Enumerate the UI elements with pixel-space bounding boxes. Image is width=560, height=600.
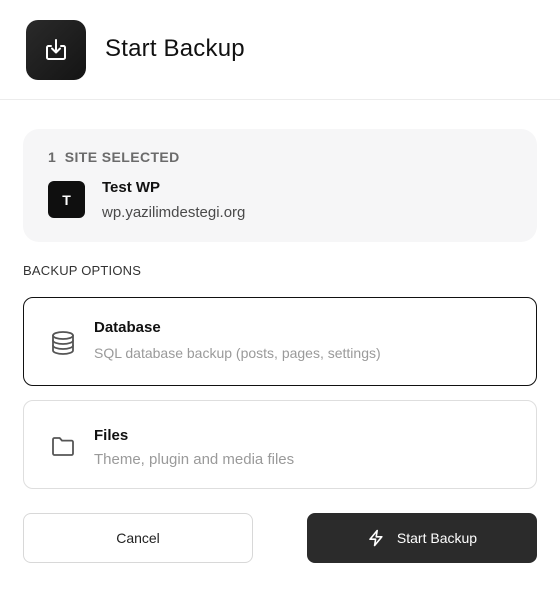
download-box-icon xyxy=(26,20,86,80)
site-name: Test WP xyxy=(102,179,161,196)
database-icon xyxy=(50,330,76,356)
dialog-header: Start Backup xyxy=(0,0,560,100)
site-url: wp.yazilimdestegi.org xyxy=(102,204,246,221)
start-backup-button-label: Start Backup xyxy=(396,530,478,546)
option-database[interactable]: Database SQL database backup (posts, pag… xyxy=(23,297,537,386)
option-files[interactable]: Files Theme, plugin and media files xyxy=(23,400,537,489)
backup-options-label: BACKUP OPTIONS xyxy=(23,263,142,278)
site-count-label: 1 SITE SELECTED xyxy=(48,149,180,165)
start-backup-button[interactable]: Start Backup xyxy=(307,513,537,563)
dialog-title: Start Backup xyxy=(105,35,245,62)
option-database-description: SQL database backup (posts, pages, setti… xyxy=(94,345,381,361)
cancel-button-label: Cancel xyxy=(116,530,160,546)
option-database-title: Database xyxy=(94,319,161,336)
site-avatar: T xyxy=(48,181,85,218)
lightning-icon xyxy=(367,529,385,547)
option-files-description: Theme, plugin and media files xyxy=(94,451,295,468)
cancel-button[interactable]: Cancel xyxy=(23,513,253,563)
option-files-title: Files xyxy=(94,427,129,444)
folder-icon xyxy=(50,433,76,459)
selected-site-card: 1 SITE SELECTED T Test WP wp.yazilimdest… xyxy=(23,129,537,242)
